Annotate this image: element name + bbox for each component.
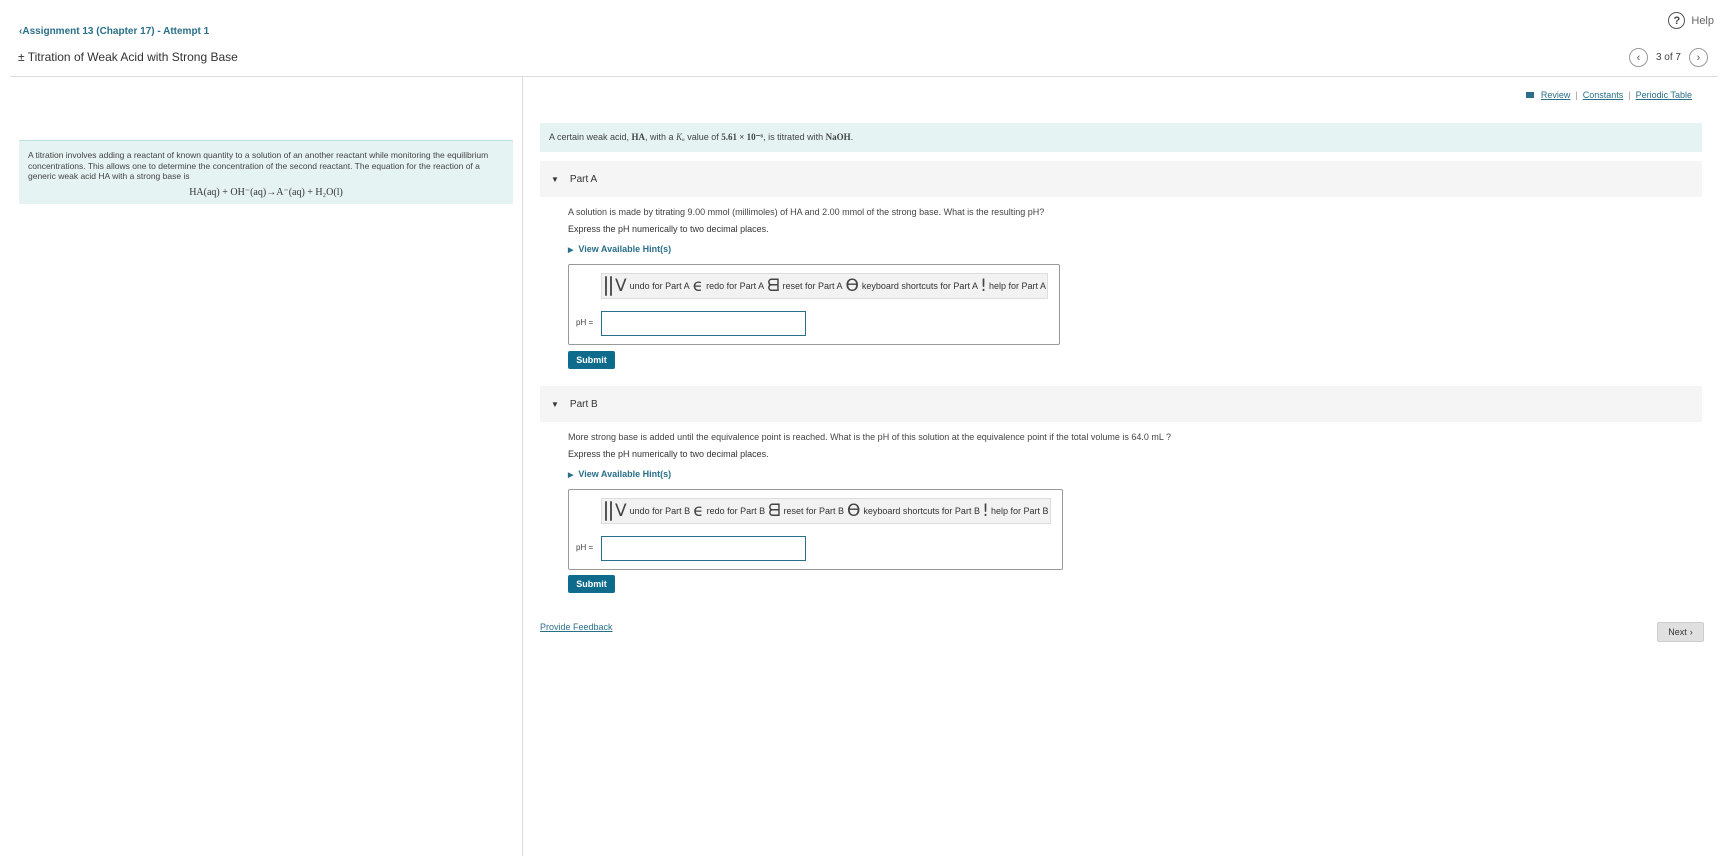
reset-button[interactable]: reset for Part B (783, 506, 844, 516)
undo-icon: ϵ (692, 275, 704, 296)
help-mark-icon: ǃ (982, 500, 988, 521)
problem-text: A certain weak acid, (549, 132, 632, 142)
hint-label: View Available Hint(s) (578, 469, 672, 479)
part-a-instruction: Express the pH numerically to two decima… (568, 224, 769, 234)
symbols-button[interactable]: for Part B (610, 501, 612, 521)
part-a-label: Part A (569, 173, 598, 185)
ka-symbol: Kₐ (676, 132, 685, 142)
link-separator: | (1575, 90, 1578, 100)
toolbar-help-button[interactable]: help for Part A (989, 281, 1046, 291)
resource-links: Review | Constants | Periodic Table (1525, 90, 1692, 100)
header-divider (10, 76, 1718, 77)
help-mark-icon: ǃ (980, 275, 986, 296)
ph-label: pH = (576, 543, 594, 552)
periodic-table-link[interactable]: Periodic Table (1636, 90, 1692, 100)
panel-divider (522, 76, 523, 856)
assignment-link-label: Assignment 13 (Chapter 17) - Attempt 1 (22, 26, 210, 37)
problem-text: . (850, 132, 854, 142)
constants-link[interactable]: Constants (1583, 90, 1624, 100)
assignment-link[interactable]: ‹Assignment 13 (Chapter 17) - Attempt 1 (19, 26, 209, 37)
redo-icon: ᗺ (768, 500, 781, 521)
help-icon: ? (1668, 12, 1686, 29)
undo-icon: ϵ (693, 500, 704, 521)
keyboard-shortcuts-button[interactable]: keyboard shortcuts for Part A (862, 281, 978, 291)
keyboard-shortcuts-button[interactable]: keyboard shortcuts for Part B (863, 506, 980, 516)
help-label: Help (1691, 14, 1714, 27)
intro-panel: A titration involves adding a reactant o… (19, 140, 513, 204)
part-b-submit-button[interactable]: Submit (568, 575, 615, 593)
part-b-header[interactable]: ▼ Part B (540, 386, 1702, 422)
part-b-answer-box: for Part B for Part B V undo for Part B … (568, 489, 1063, 570)
ka-value: 5.61 × 10⁻⁶ (721, 132, 764, 142)
problem-statement: A certain weak acid, HA, with a Kₐ value… (540, 123, 1702, 152)
undo-button[interactable]: undo for Part B (630, 506, 691, 516)
part-b-label: Part B (569, 398, 598, 410)
collapse-triangle-icon: ▼ (551, 174, 559, 184)
keyboard-icon: ϴ (847, 500, 861, 521)
pager: ‹ 3 of 7 › (1628, 48, 1708, 67)
prev-item-button[interactable]: ‹ (1628, 48, 1648, 67)
reaction-equation: HA(aq) + OH⁻(aq)→A⁻(aq) + H₂O(l) (189, 186, 343, 198)
vec-icon[interactable]: V (615, 277, 627, 295)
next-item-button[interactable]: › (1689, 48, 1708, 67)
intro-text: A titration involves adding a reactant o… (28, 150, 489, 181)
hint-label: View Available Hint(s) (578, 244, 672, 254)
page-title: ± Titration of Weak Acid with Strong Bas… (18, 50, 238, 64)
problem-text: , with a (645, 132, 677, 142)
next-button[interactable]: Next › (1657, 622, 1704, 642)
redo-button[interactable]: redo for Part B (707, 506, 766, 516)
part-b-ph-input[interactable] (601, 536, 806, 561)
templates-button[interactable]: for Part B (605, 501, 607, 521)
keyboard-icon: ϴ (845, 275, 859, 296)
expand-arrow-icon: ▶ (568, 472, 574, 479)
base-formula: NaOH (825, 132, 851, 142)
chevron-right-icon: › (1689, 627, 1693, 637)
templates-button[interactable]: for Part A (605, 276, 607, 296)
part-a-math-toolbar: for Part A for Part A V undo for Part A … (601, 273, 1048, 299)
help-link[interactable]: ? Help (1668, 12, 1714, 29)
acid-formula: HA (631, 132, 646, 142)
next-label: Next (1668, 627, 1687, 637)
pager-text: 3 of 7 (1655, 52, 1681, 63)
part-a-answer-box: for Part A for Part A V undo for Part A … (568, 264, 1060, 345)
provide-feedback-link[interactable]: Provide Feedback (540, 622, 613, 632)
part-a-header[interactable]: ▼ Part A (540, 161, 1702, 197)
review-link[interactable]: Review (1541, 90, 1571, 100)
redo-button[interactable]: redo for Part A (706, 281, 764, 291)
redo-icon: ᗺ (767, 275, 780, 296)
part-b-hint-link[interactable]: ▶ View Available Hint(s) (568, 469, 671, 479)
symbols-button[interactable]: for Part A (610, 276, 612, 296)
ph-label: pH = (576, 318, 594, 327)
part-b-instruction: Express the pH numerically to two decima… (568, 449, 769, 459)
part-a-ph-input[interactable] (601, 311, 806, 336)
undo-button[interactable]: undo for Part A (630, 281, 690, 291)
link-separator: | (1628, 90, 1631, 100)
vec-icon[interactable]: V (615, 502, 627, 520)
part-b-question: More strong base is added until the equi… (568, 432, 1172, 442)
part-a-question: A solution is made by titrating 9.00 mmo… (568, 207, 1045, 217)
part-a-hint-link[interactable]: ▶ View Available Hint(s) (568, 244, 671, 254)
part-a-submit-button[interactable]: Submit (568, 351, 615, 369)
reset-button[interactable]: reset for Part A (782, 281, 842, 291)
expand-arrow-icon: ▶ (568, 247, 574, 254)
collapse-triangle-icon: ▼ (551, 399, 559, 409)
problem-text: , is titrated with (763, 132, 826, 142)
book-icon (1525, 92, 1534, 98)
problem-text: value of (684, 132, 722, 142)
part-b-math-toolbar: for Part B for Part B V undo for Part B … (601, 498, 1051, 524)
toolbar-help-button[interactable]: help for Part B (991, 506, 1049, 516)
